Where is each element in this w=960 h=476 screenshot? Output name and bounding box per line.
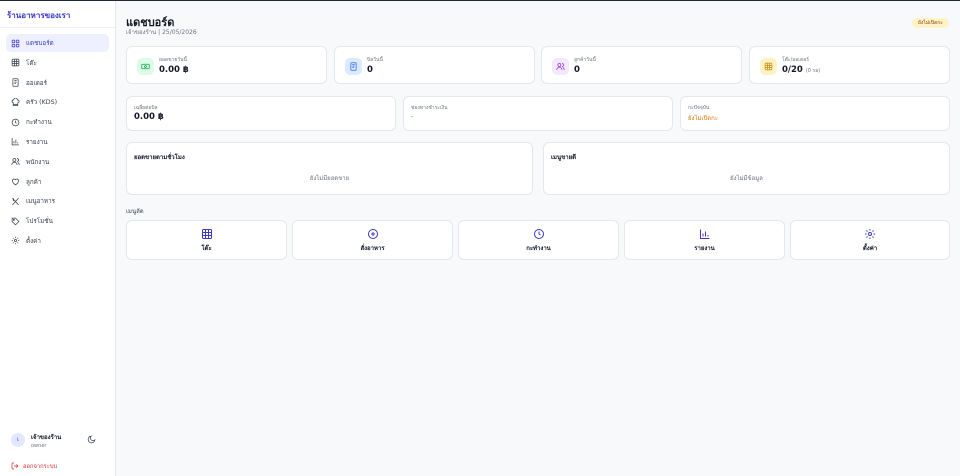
stat-card-tables: โต๊ะ/ออเดอร์ 0/20 (0 รอ) [749, 46, 950, 84]
sidebar-item-label: ออเดอร์ [26, 79, 47, 87]
stat-label: ลูกค้าวันนี้ [574, 57, 596, 63]
quick-button-reports[interactable]: รายงาน [624, 220, 785, 260]
info-value: 0.00 ฿ [134, 112, 164, 122]
sidebar-item-dashboard[interactable]: แดชบอร์ด [6, 34, 109, 52]
logout-icon [11, 462, 19, 470]
sidebar-item-label: แดชบอร์ด [26, 40, 54, 47]
stat-card-customers: ลูกค้าวันนี้ 0 [541, 46, 742, 84]
info-value: - [411, 113, 414, 120]
sidebar-item-label: พนักงาน [26, 158, 50, 166]
stat-value: 0 [574, 65, 580, 75]
info-card-avg-bill: เฉลี่ยต่อบิล 0.00 ฿ [126, 96, 396, 131]
panel-empty-text: ยังไม่มีข้อมูล [730, 175, 763, 182]
main-content: แดชบอร์ด เจ้าของร้าน | 25/05/2026 ยังไม่… [116, 1, 960, 476]
sidebar-item-label: โต๊ะ [26, 59, 37, 67]
quick-button-label: ตั้งค่า [862, 245, 878, 252]
quick-button-shifts[interactable]: กะทำงาน [458, 220, 619, 260]
panel-hourly-sales: ยอดขายตามชั่วโมง ยังไม่มียอดขาย [126, 142, 533, 195]
sidebar-item-kitchen[interactable]: ครัว (KDS) [6, 93, 109, 111]
user-role: owner [31, 442, 47, 449]
quick-button-label: กะทำงาน [526, 245, 551, 252]
sidebar-item-label: ลูกค้า [26, 178, 42, 186]
panel-empty-text: ยังไม่มียอดขาย [309, 175, 350, 182]
info-label: เฉลี่ยต่อบิล [134, 105, 158, 111]
user-name: เจ้าของร้าน [31, 433, 62, 441]
stat-value-suffix: (0 รอ) [805, 68, 821, 74]
sidebar-item-customers[interactable]: ลูกค้า [6, 173, 109, 191]
quick-button-label: รายงาน [694, 245, 715, 252]
table-icon [201, 229, 212, 239]
sidebar-item-label: เมนูอาหาร [26, 198, 55, 206]
info-label: กะปัจจุบัน [688, 105, 710, 111]
stat-card-bills: บิลวันนี้ 0 [334, 46, 535, 84]
user-card: เ เจ้าของร้าน owner [0, 426, 115, 454]
sidebar-item-label: รายงาน [26, 138, 48, 146]
sidebar-item-shifts[interactable]: กะทำงาน [6, 113, 109, 131]
table-icon [764, 62, 773, 71]
quick-button-order[interactable]: สั่งอาหาร [292, 220, 453, 260]
grid-icon [11, 39, 20, 47]
info-card-payment: ช่องทางชำระเงิน - [403, 96, 673, 131]
sidebar-item-tables[interactable]: โต๊ะ [6, 54, 109, 72]
bar-chart-icon [11, 138, 19, 146]
receipt-icon [12, 78, 19, 87]
logout-label: ออกจากระบบ [23, 464, 58, 470]
clock-icon [533, 229, 544, 239]
brand-name[interactable]: ร้านอาหารของเรา [0, 1, 115, 28]
stat-value-main: 0/20 [782, 65, 803, 75]
sidebar-item-label: ตั้งค่า [26, 237, 41, 245]
sidebar-item-menu[interactable]: เมนูอาหาร [6, 192, 109, 210]
quick-button-label: สั่งอาหาร [360, 245, 385, 252]
moon-icon[interactable] [87, 435, 96, 444]
users-icon [11, 158, 20, 166]
avatar: เ [11, 433, 25, 447]
logout-button[interactable]: ออกจากระบบ [11, 461, 57, 471]
sidebar-item-promotions[interactable]: โปรโมชั่น [6, 212, 109, 230]
info-value: ยังไม่เปิดกะ [688, 115, 719, 122]
sidebar-item-staff[interactable]: พนักงาน [6, 153, 109, 171]
quick-button-label: โต๊ะ [201, 245, 212, 252]
sidebar-item-label: โปรโมชั่น [26, 218, 53, 226]
bar-chart-icon [699, 229, 709, 239]
tag-icon [11, 217, 20, 226]
receipt-icon [350, 62, 357, 71]
page-subtitle: เจ้าของร้าน | 25/05/2026 [126, 29, 197, 36]
chef-hat-icon [11, 97, 20, 106]
sidebar-item-reports[interactable]: รายงาน [6, 133, 109, 151]
sidebar-item-settings[interactable]: ตั้งค่า [6, 232, 109, 250]
panel-title: ยอดขายตามชั่วโมง [134, 154, 185, 161]
gear-icon [11, 237, 20, 245]
stat-label: โต๊ะ/ออเดอร์ [782, 57, 809, 63]
info-card-shift: กะปัจจุบัน ยังไม่เปิดกะ [680, 96, 950, 131]
status-badge: ยังไม่เปิดกะ [911, 18, 949, 28]
stat-label: ยอดขายวันนี้ [159, 57, 187, 63]
stat-card-sales: ยอดขายวันนี้ 0.00 ฿ [126, 46, 327, 84]
quick-menu-label: เมนูลัด [126, 208, 144, 215]
sidebar: ร้านอาหารของเรา แดชบอร์ด โต๊ะ ออเดอร์ คร… [0, 1, 116, 476]
stat-value: 0/20 (0 รอ) [782, 65, 820, 75]
stat-label: บิลวันนี้ [367, 57, 383, 63]
info-label: ช่องทางชำระเงิน [411, 105, 448, 111]
clock-icon [11, 118, 20, 126]
stat-value: 0.00 ฿ [159, 65, 189, 75]
heart-icon [12, 178, 19, 186]
quick-button-settings[interactable]: ตั้งค่า [790, 220, 950, 260]
cash-icon [141, 63, 150, 70]
quick-button-tables[interactable]: โต๊ะ [126, 220, 287, 260]
users-icon [556, 63, 565, 70]
sidebar-item-label: ครัว (KDS) [26, 99, 58, 107]
panel-top-menu: เมนูขายดี ยังไม่มีข้อมูล [543, 142, 950, 195]
sidebar-nav: แดชบอร์ด โต๊ะ ออเดอร์ ครัว (KDS) กะทำงาน… [0, 28, 115, 250]
sidebar-item-orders[interactable]: ออเดอร์ [6, 74, 109, 92]
sidebar-item-label: กะทำงาน [26, 119, 52, 127]
utensils-icon [12, 197, 19, 205]
table-icon [11, 59, 20, 67]
plus-circle-icon [367, 229, 378, 239]
gear-icon [865, 229, 875, 239]
panel-title: เมนูขายดี [551, 154, 576, 161]
stat-value: 0 [367, 65, 373, 75]
